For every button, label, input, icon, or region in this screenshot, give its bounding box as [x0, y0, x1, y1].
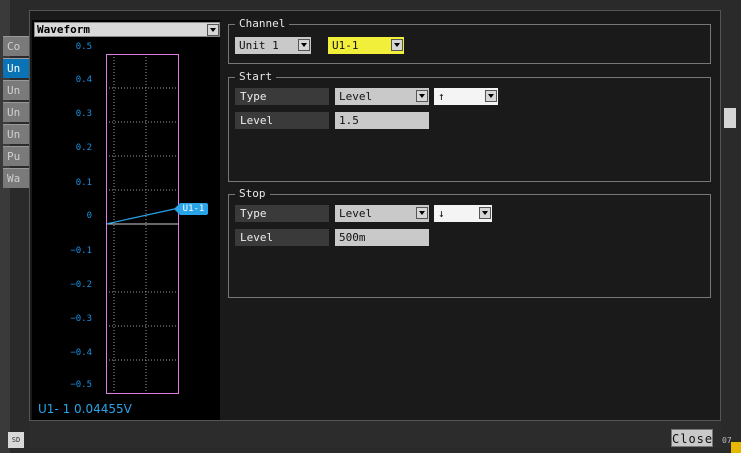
side-tab-unit-3[interactable]: Un [3, 102, 29, 122]
waveform-select-label: Waveform [37, 23, 90, 36]
start-section: Start Type Level ↑ Level 1.5 [228, 70, 711, 182]
chevron-down-icon[interactable] [416, 90, 428, 102]
channel-section-title: Channel [235, 17, 290, 31]
side-tab-unit-active[interactable]: Un [3, 58, 29, 78]
chevron-down-icon[interactable] [479, 207, 491, 219]
chevron-down-icon[interactable] [416, 207, 428, 219]
scrollbar-track[interactable] [721, 10, 741, 430]
waveform-panel: Waveform 0.5 0.4 0.3 0.2 0.1 0 −0.1 −0.2… [32, 20, 220, 420]
y-tick-label: 0.4 [75, 75, 92, 85]
start-direction-select[interactable]: ↑ [434, 88, 498, 105]
dialog-footer: Close [29, 420, 721, 448]
channel-select-value: U1-1 [332, 39, 359, 52]
start-section-title: Start [235, 70, 277, 84]
y-tick-label: −0.1 [70, 246, 92, 256]
side-tab-wa[interactable]: Wa [3, 168, 29, 188]
falling-arrow-icon: ↓ [438, 207, 445, 220]
y-tick-label: −0.3 [70, 314, 92, 324]
start-level-label: Level [235, 112, 329, 129]
start-type-select[interactable]: Level [335, 88, 429, 105]
stop-section-title: Stop [235, 187, 270, 201]
side-tab-unit-2[interactable]: Un [3, 80, 29, 100]
side-tab-unit-4[interactable]: Un [3, 124, 29, 144]
y-tick-label: 0.1 [75, 178, 92, 188]
unit-select[interactable]: Unit 1 [235, 37, 311, 54]
y-tick-label: 0.2 [75, 143, 92, 153]
chevron-down-icon[interactable] [485, 90, 497, 102]
stop-type-value: Level [339, 207, 373, 220]
close-button[interactable]: Close [671, 429, 713, 447]
y-tick-label: −0.4 [70, 348, 92, 358]
channel-select[interactable]: U1-1 [328, 37, 404, 54]
stop-level-field[interactable]: 500m [335, 229, 429, 246]
start-type-value: Level [339, 90, 373, 103]
sd-card-icon: SD [8, 432, 24, 448]
chevron-down-icon[interactable] [207, 24, 219, 36]
channel-section: Channel Unit 1 U1-1 [228, 17, 711, 64]
start-type-label: Type [235, 88, 329, 105]
stop-type-select[interactable]: Level [335, 205, 429, 222]
side-tab-co[interactable]: Co [3, 36, 29, 56]
stop-direction-select[interactable]: ↓ [434, 205, 492, 222]
stop-level-label: Level [235, 229, 329, 246]
stop-section: Stop Type Level ↓ Level 500m [228, 187, 711, 298]
y-tick-label: 0.3 [75, 109, 92, 119]
plot-frame [106, 54, 179, 394]
y-tick-label: −0.5 [70, 380, 92, 390]
rising-arrow-icon: ↑ [438, 90, 445, 103]
y-tick-label: −0.2 [70, 280, 92, 290]
waveform-select[interactable]: Waveform [34, 22, 220, 37]
cursor-readout: U1- 1 0.04455V [38, 402, 132, 416]
unit-select-value: Unit 1 [239, 39, 279, 52]
y-tick-label: 0.5 [75, 42, 92, 52]
chevron-down-icon[interactable] [391, 39, 403, 51]
side-tab-pu[interactable]: Pu [3, 146, 29, 166]
chevron-down-icon[interactable] [298, 39, 310, 51]
channel-marker-tag: U1-1 [174, 203, 208, 215]
stop-type-label: Type [235, 205, 329, 222]
scrollbar-thumb[interactable] [724, 108, 736, 128]
start-level-field[interactable]: 1.5 [335, 112, 429, 129]
y-tick-label: 0 [86, 211, 92, 221]
folder-icon [731, 442, 741, 453]
